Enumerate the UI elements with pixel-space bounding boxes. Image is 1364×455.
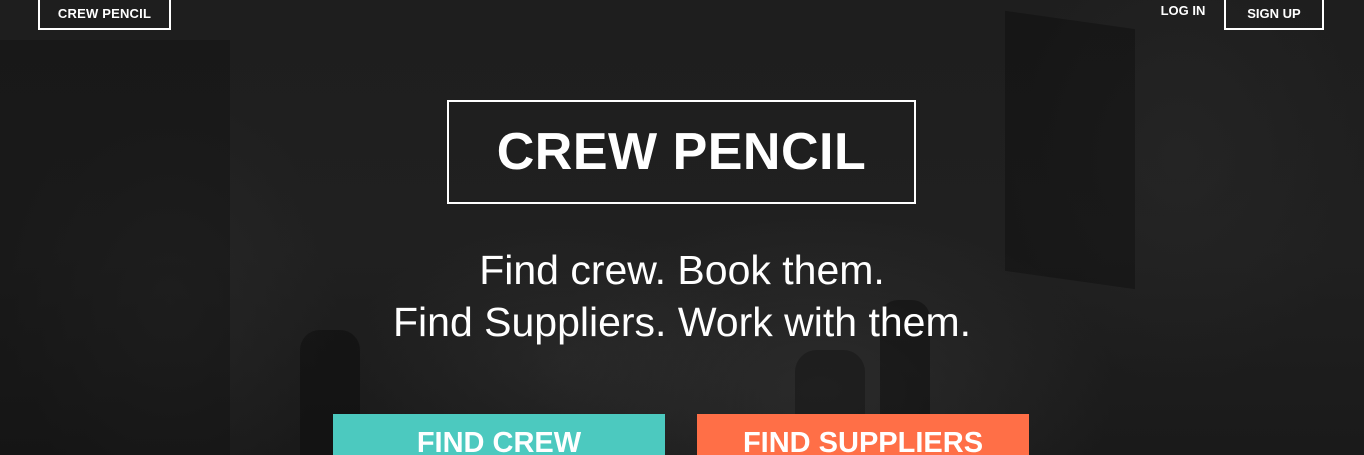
tagline-line-2: Find Suppliers. Work with them. — [392, 299, 971, 345]
brand-box: CREW PENCIL — [447, 100, 916, 204]
background-image — [0, 0, 1364, 455]
tagline-line-1: Find crew. Book them. — [479, 247, 885, 293]
find-suppliers-button[interactable]: FIND SUPPLIERS — [697, 414, 1029, 455]
signup-button[interactable]: SIGN UP — [1224, 0, 1324, 30]
hero-section: CREW PENCIL LOG IN SIGN UP CREW PENCIL F… — [0, 0, 1364, 455]
login-link[interactable]: LOG IN — [1148, 0, 1218, 22]
nav-logo-link[interactable]: CREW PENCIL — [38, 0, 171, 30]
find-crew-button[interactable]: FIND CREW — [333, 414, 665, 455]
brand-title: CREW PENCIL — [496, 123, 867, 181]
